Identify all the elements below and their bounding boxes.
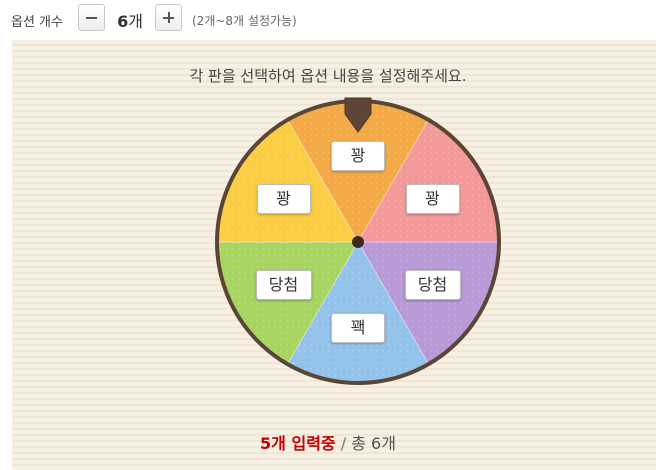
minus-icon: [86, 17, 97, 19]
input-status: 5개 입력중 / 총 6개: [0, 430, 656, 454]
option-count-display: 6개: [112, 8, 148, 32]
slice-label-input-1[interactable]: 꽝: [331, 141, 385, 171]
option-count-label: 옵션 개수: [11, 15, 63, 30]
slice-label-input-5[interactable]: 당첨: [255, 270, 312, 300]
option-range-hint: (2개~8개 설정가능): [192, 14, 297, 28]
option-count-bar: 옵션 개수 6개 (2개~8개 설정가능): [0, 0, 656, 40]
wheel-center-hub: [352, 236, 364, 248]
filled-count: 5개 입력중: [260, 434, 336, 453]
instruction-text: 각 판을 선택하여 옵션 내용을 설정해주세요.: [189, 67, 467, 85]
status-separator: /: [340, 434, 347, 453]
slice-label-input-4[interactable]: 꽥: [331, 313, 385, 343]
slice-label-input-2[interactable]: 꽝: [405, 184, 460, 214]
slice-label-input-3[interactable]: 당첨: [404, 270, 461, 300]
slice-label-input-6[interactable]: 꽝: [256, 184, 311, 214]
plus-icon: [163, 12, 174, 23]
wheel-graphic: [215, 97, 501, 385]
roulette-wheel: 꽝 꽝 당첨 꽥 당첨 꽝: [212, 96, 504, 388]
total-count: 총 6개: [351, 434, 396, 453]
increment-button[interactable]: [155, 4, 182, 31]
option-count-unit: 개: [128, 12, 143, 31]
decrement-button[interactable]: [78, 4, 105, 31]
option-count-value: 6: [117, 12, 129, 31]
